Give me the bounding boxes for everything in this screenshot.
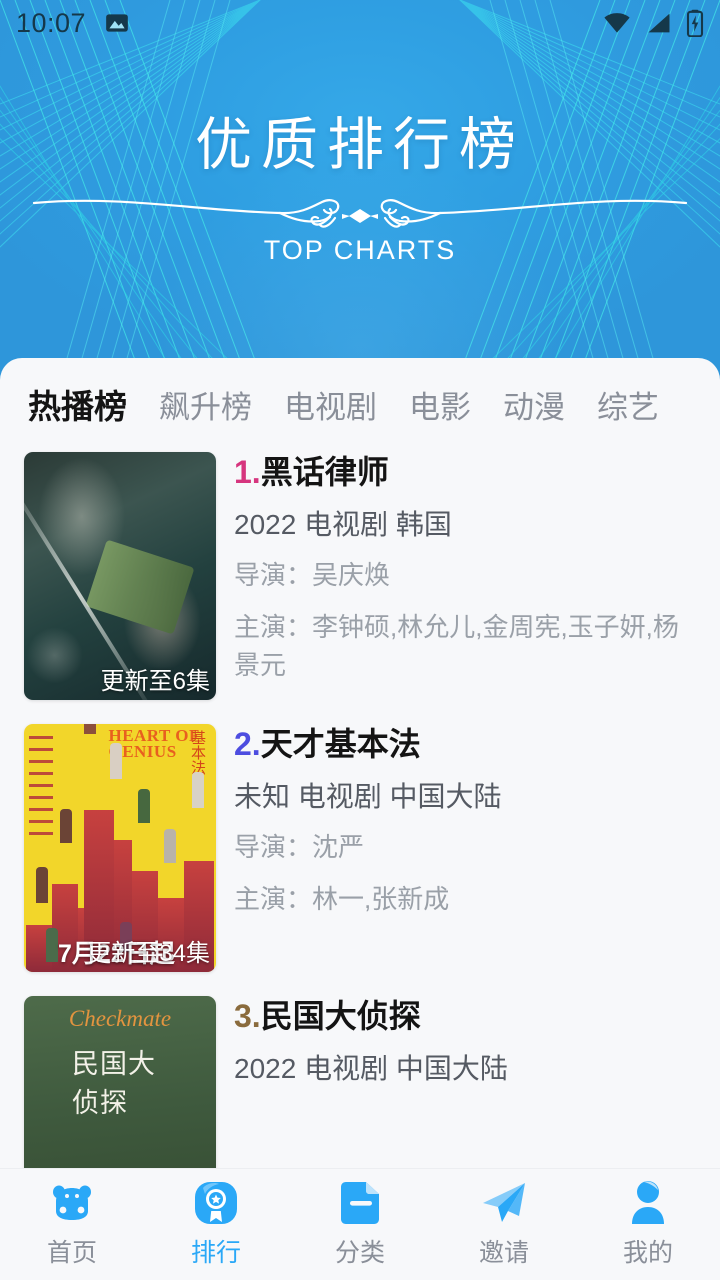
episode-badge: 更新至34集 [87,940,210,967]
status-icons [602,9,704,37]
nav-label-invite: 邀请 [478,1239,529,1267]
list-item-cast: 主演：林一,张新成 [234,884,450,915]
bottom-navigation: 首页 排行 分类 邀请 我的 [0,1168,720,1280]
nav-label-category: 分类 [334,1239,385,1267]
list-item-meta: 2022 电视剧 韩国 [234,508,452,540]
paper-plane-icon [480,1180,528,1226]
title-text: 黑话律师 [260,454,389,490]
nav-home[interactable]: 首页 [0,1180,144,1269]
poster-heart-of-genius[interactable]: HEART OF GENIUS 基本法 7月22日起 更新至34集 [24,724,216,972]
list-item[interactable]: Checkmate 民国大侦探 3.民国大侦探 2022 电视剧 中国大陆 [0,990,720,1168]
nav-profile[interactable]: 我的 [576,1180,720,1269]
rank-number: 3. [234,998,261,1034]
title-text: 民国大侦探 [260,998,421,1034]
tab-rising[interactable]: 飙升榜 [159,382,252,427]
ornament-divider-icon [0,185,720,233]
poster-title-cn: 民国大侦探 [72,1049,156,1118]
hippo-icon [49,1180,95,1226]
nav-category[interactable]: 分类 [288,1180,432,1269]
poster-title-cn: 基本法 [189,730,206,775]
list-item[interactable]: 更新至6集 1.黑话律师 2022 电视剧 韩国 导演：吴庆焕 主演：李钟硕,林… [0,446,720,718]
nav-label-home: 首页 [46,1239,97,1267]
wifi-icon [604,13,630,33]
header-banner: 优质排行榜 TOP CHARTS [0,0,720,400]
app-root: 优质排行榜 TOP CHARTS 10:07 热播榜 飙升榜 电视剧 电影 动漫… [0,0,720,1280]
list-item[interactable]: HEART OF GENIUS 基本法 7月22日起 更新至34集 2.天才基本… [0,718,720,990]
list-item-title: 2.天才基本法 [234,724,696,765]
nav-invite[interactable]: 邀请 [432,1180,576,1269]
signal-icon [648,13,670,33]
rank-number: 2. [234,726,261,762]
title-text: 天才基本法 [260,726,421,762]
status-time: 10:07 [16,7,87,38]
list-item-info: 3.民国大侦探 2022 电视剧 中国大陆 [216,996,696,1168]
file-minus-icon [339,1180,381,1226]
list-item-director: 导演：沈严 [234,832,365,863]
content-sheet: 热播榜 飙升榜 电视剧 电影 动漫 综艺 更新至6集 1.黑话律师 2022 电… [0,358,720,1168]
medal-icon [193,1180,239,1226]
list-item-cast: 主演：李钟硕,林允儿,金周宪,玉子妍,杨景元 [234,612,679,680]
episode-badge: 更新至6集 [100,668,210,695]
tab-tvseries[interactable]: 电视剧 [284,382,377,427]
list-item-director: 导演：吴庆焕 [234,560,391,591]
nav-label-ranking: 排行 [190,1239,241,1267]
list-item-info: 1.黑话律师 2022 电视剧 韩国 导演：吴庆焕 主演：李钟硕,林允儿,金周宪… [216,452,696,700]
person-icon [626,1180,670,1226]
list-item-title: 3.民国大侦探 [234,996,696,1037]
image-icon [104,10,130,36]
list-item-info: 2.天才基本法 未知 电视剧 中国大陆 导演：沈严 主演：林一,张新成 [216,724,696,972]
battery-charging-icon [686,9,704,37]
list-item-title: 1.黑话律师 [234,452,696,493]
tab-anime[interactable]: 动漫 [503,382,565,427]
poster-checkmate[interactable]: Checkmate 民国大侦探 [24,996,216,1168]
tab-variety[interactable]: 综艺 [597,382,659,427]
rank-number: 1. [234,454,261,490]
poster-hangul-title [85,539,195,635]
page-subtitle: TOP CHARTS [263,235,457,265]
category-tabs[interactable]: 热播榜 飙升榜 电视剧 电影 动漫 综艺 [0,358,720,446]
poster-black-lawyer[interactable]: 更新至6集 [24,452,216,700]
tab-hot[interactable]: 热播榜 [28,380,127,428]
nav-label-profile: 我的 [622,1239,673,1267]
page-title: 优质排行榜 [195,113,525,177]
poster-title-en: Checkmate [68,1006,172,1031]
list-item-meta: 未知 电视剧 中国大陆 [234,780,502,812]
poster-cast-art [24,1145,216,1168]
tab-movies[interactable]: 电影 [409,382,471,427]
list-item-meta: 2022 电视剧 中国大陆 [234,1052,508,1084]
ranking-list: 更新至6集 1.黑话律师 2022 电视剧 韩国 导演：吴庆焕 主演：李钟硕,林… [0,446,720,1168]
nav-ranking[interactable]: 排行 [144,1180,288,1269]
status-bar: 10:07 [0,0,720,46]
